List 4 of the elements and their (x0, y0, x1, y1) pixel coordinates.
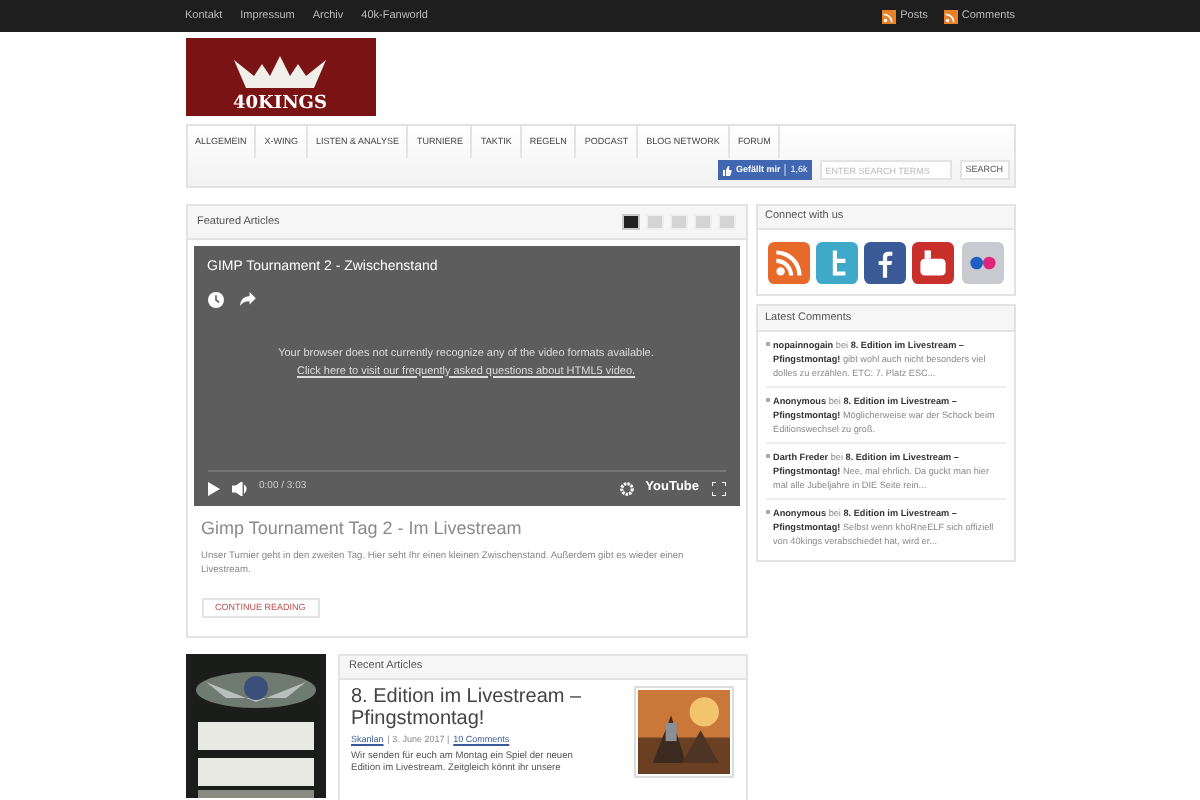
logo-text: 40KINGS (233, 96, 327, 114)
logo[interactable]: 40KINGS (185, 38, 375, 116)
article-title[interactable]: Gimp Tournament Tag 2 - Im Livestream (201, 516, 731, 543)
article-title[interactable]: 8. Edition im Livestream – Pfingstmontag! (351, 685, 625, 729)
